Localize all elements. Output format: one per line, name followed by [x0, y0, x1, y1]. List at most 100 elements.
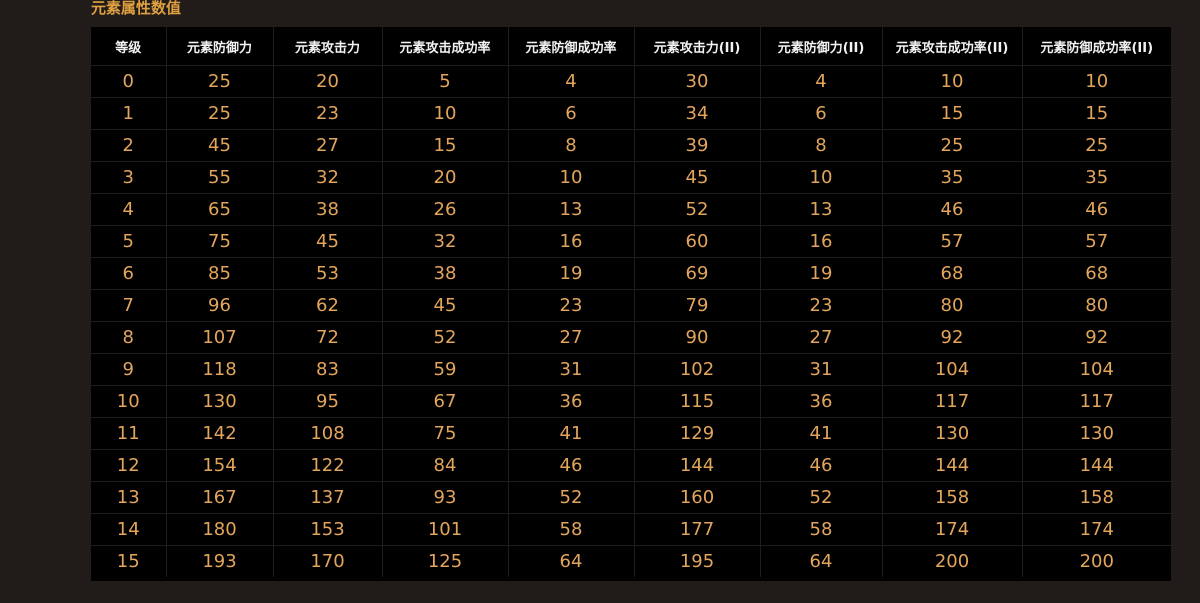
value-cell: 19 [760, 257, 883, 290]
value-cell: 36 [760, 385, 883, 418]
value-cell: 16 [508, 225, 635, 258]
value-cell: 180 [166, 513, 274, 546]
value-cell: 193 [166, 545, 274, 577]
value-cell: 75 [382, 417, 509, 450]
table-row: 4 65 38 26 13 52 13 46 46 [91, 193, 1171, 226]
level-cell: 3 [91, 161, 167, 194]
value-cell: 35 [882, 161, 1023, 194]
value-cell: 4 [508, 65, 635, 98]
value-cell: 158 [1022, 481, 1171, 514]
value-cell: 52 [760, 481, 883, 514]
value-cell: 122 [273, 449, 383, 482]
value-cell: 23 [508, 289, 635, 322]
value-cell: 101 [382, 513, 509, 546]
table-row: 6 85 53 38 19 69 19 68 68 [91, 257, 1171, 290]
value-cell: 62 [273, 289, 383, 322]
value-cell: 31 [508, 353, 635, 386]
value-cell: 85 [166, 257, 274, 290]
column-header-element-attack-ii: 元素攻击力(II) [634, 27, 761, 66]
value-cell: 95 [273, 385, 383, 418]
element-attribute-table-container: 等级 元素防御力 元素攻击力 元素攻击成功率 元素防御成功率 元素攻击力(II)… [91, 27, 1171, 581]
value-cell: 144 [634, 449, 761, 482]
value-cell: 130 [882, 417, 1023, 450]
value-cell: 130 [1022, 417, 1171, 450]
value-cell: 144 [882, 449, 1023, 482]
value-cell: 142 [166, 417, 274, 450]
value-cell: 32 [273, 161, 383, 194]
value-cell: 200 [1079, 551, 1114, 572]
column-header-element-attack: 元素攻击力 [273, 27, 383, 66]
column-header-element-attack-success-rate-ii: 元素攻击成功率(II) [882, 27, 1023, 66]
value-cell: 80 [882, 289, 1023, 322]
value-cell: 52 [382, 321, 509, 354]
table-row: 15 193 170 125 64 195 64 200 200 [91, 545, 1171, 577]
value-cell: 8 [508, 129, 635, 162]
value-cell: 15 [1022, 97, 1171, 130]
value-cell: 104 [882, 353, 1023, 386]
value-cell: 177 [634, 513, 761, 546]
table-row: 13 167 137 93 52 160 52 158 158 [91, 481, 1171, 514]
value-cell: 25 [882, 129, 1023, 162]
level-cell: 6 [91, 257, 167, 290]
value-cell: 174 [882, 513, 1023, 546]
level-cell: 9 [91, 353, 167, 386]
value-cell: 46 [882, 193, 1023, 226]
value-cell: 55 [166, 161, 274, 194]
section-title: 元素属性数值 [91, 0, 182, 17]
value-cell: 23 [760, 289, 883, 322]
value-cell: 13 [508, 193, 635, 226]
level-cell: 0 [91, 65, 167, 98]
value-cell: 65 [166, 193, 274, 226]
table-row: 5 75 45 32 16 60 16 57 57 [91, 225, 1171, 258]
value-cell: 64 [760, 545, 883, 577]
value-cell: 79 [634, 289, 761, 322]
value-cell: 137 [273, 481, 383, 514]
value-cell: 129 [634, 417, 761, 450]
value-cell: 68 [1022, 257, 1171, 290]
level-cell: 14 [91, 513, 167, 546]
value-cell: 4 [760, 65, 883, 98]
level-cell: 11 [91, 417, 167, 450]
value-cell: 36 [508, 385, 635, 418]
value-cell: 25 [1022, 129, 1171, 162]
table-row: 1 25 23 10 6 34 6 15 15 [91, 97, 1171, 130]
value-cell: 125 [382, 545, 509, 577]
value-cell: 52 [508, 481, 635, 514]
value-cell: 13 [760, 193, 883, 226]
value-cell: 200 [882, 545, 1023, 577]
value-cell: 153 [273, 513, 383, 546]
level-cell: 1 [91, 97, 167, 130]
table-row: 12 154 122 84 46 144 46 144 144 [91, 449, 1171, 482]
level-cell: 15 [91, 545, 167, 577]
value-cell: 158 [882, 481, 1023, 514]
level-cell: 13 [91, 481, 167, 514]
table-row: 14 180 153 101 58 177 58 174 174 [91, 513, 1171, 546]
level-cell: 4 [91, 193, 167, 226]
value-cell: 64 [508, 545, 635, 577]
value-cell: 10 [382, 97, 509, 130]
value-cell: 144 [1022, 449, 1171, 482]
value-cell: 130 [166, 385, 274, 418]
value-cell: 45 [634, 161, 761, 194]
value-cell: 60 [634, 225, 761, 258]
value-cell: 72 [273, 321, 383, 354]
value-cell: 160 [634, 481, 761, 514]
column-header-element-defense: 元素防御力 [166, 27, 274, 66]
value-cell: 39 [634, 129, 761, 162]
value-cell: 59 [382, 353, 509, 386]
value-cell: 10 [882, 65, 1023, 98]
value-cell: 96 [166, 289, 274, 322]
value-cell: 27 [273, 129, 383, 162]
column-header-level: 等级 [91, 27, 167, 66]
value-cell: 93 [382, 481, 509, 514]
table-row: 11 142 108 75 41 129 41 130 130 [91, 417, 1171, 450]
value-cell: 52 [634, 193, 761, 226]
value-cell: 57 [1022, 225, 1171, 258]
value-cell: 117 [882, 385, 1023, 418]
value-cell: 80 [1022, 289, 1171, 322]
level-cell: 2 [91, 129, 167, 162]
table-row: 8 107 72 52 27 90 27 92 92 [91, 321, 1171, 354]
value-cell: 75 [166, 225, 274, 258]
value-cell: 107 [166, 321, 274, 354]
value-cell: 45 [166, 129, 274, 162]
